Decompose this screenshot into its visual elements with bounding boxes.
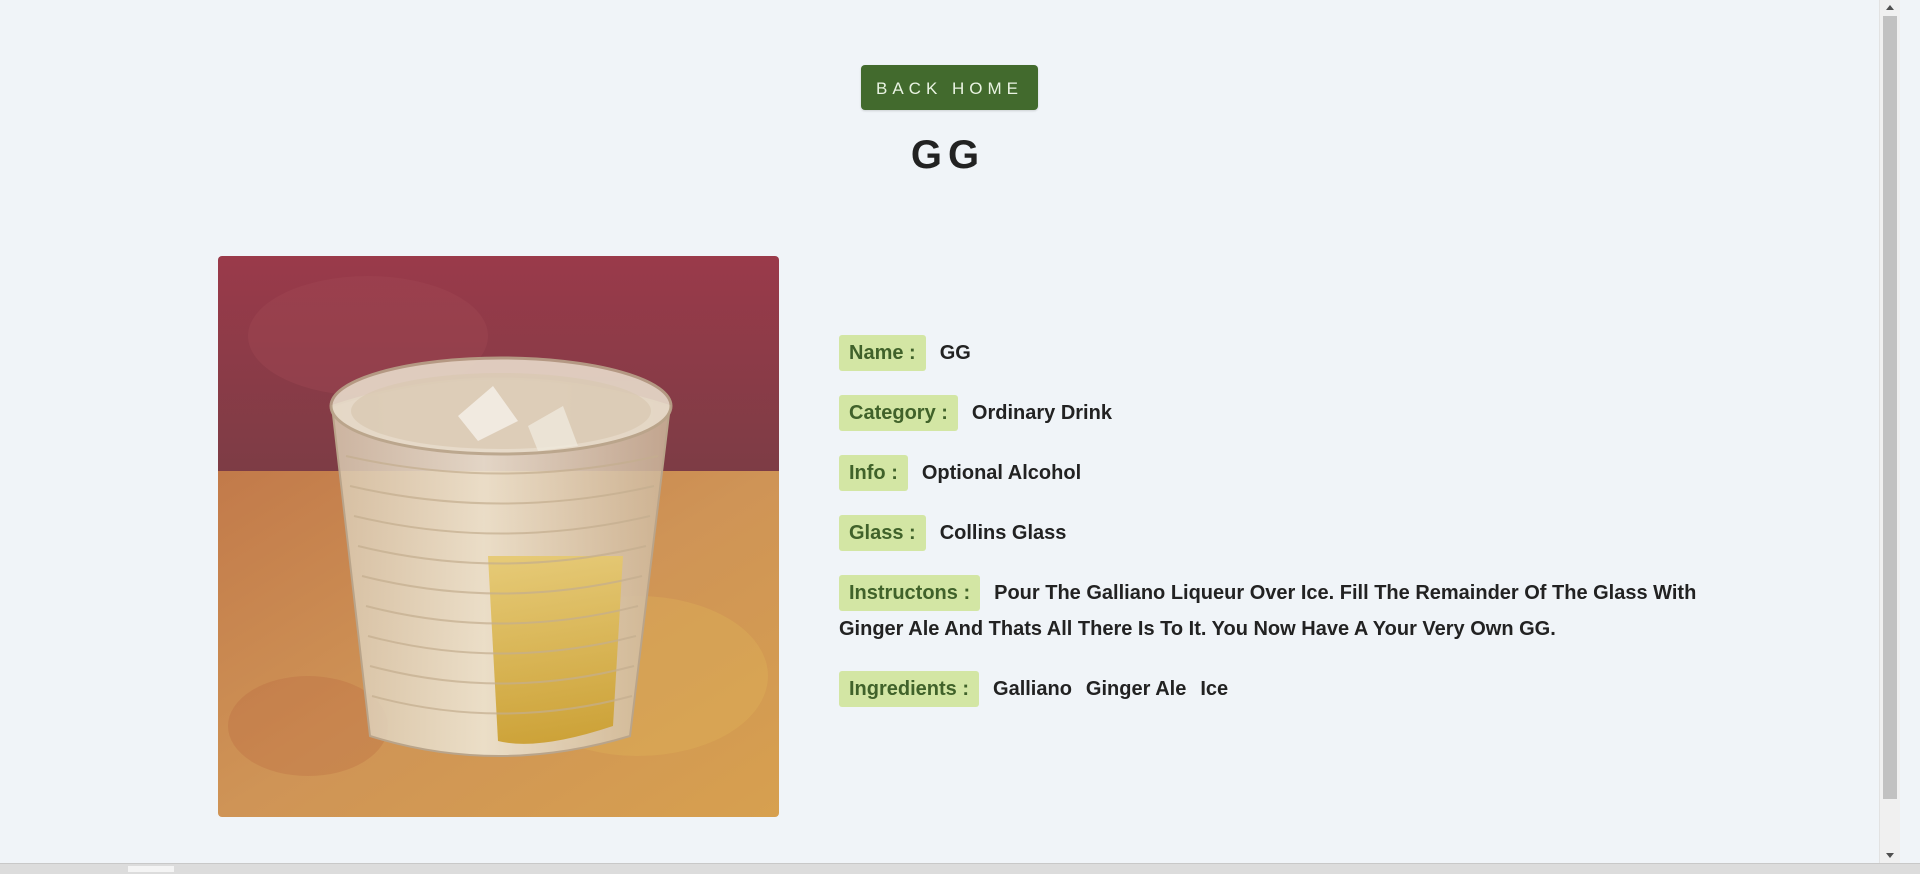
instructions-label: Instructons : [839,575,981,611]
drink-detail-page: Back Home GG [0,0,1900,863]
glass-label: Glass : [839,515,926,551]
cocktail-photo-icon [218,256,779,817]
scroll-down-icon[interactable] [1886,853,1894,858]
name-label: Name : [839,335,926,371]
category-label: Category : [839,395,958,431]
ingredient-item: Ice [1200,678,1229,700]
scroll-up-icon[interactable] [1886,5,1894,10]
glass-value: Collins Glass [939,522,1067,544]
vertical-scrollbar[interactable] [1879,0,1900,863]
scrollbar-thumb[interactable] [1883,16,1897,799]
info-label: Info : [839,455,908,491]
ingredients-row: Ingredients : Galliano Ginger Ale Ice [839,671,1699,707]
category-value: Ordinary Drink [971,402,1112,424]
ingredient-item: Ginger Ale [1085,678,1187,700]
back-home-button[interactable]: Back Home [861,65,1038,110]
drink-info: Name : GG Category : Ordinary Drink Info :… [839,335,1699,731]
ingredient-item: Galliano [993,678,1072,700]
info-value: Optional Alcohol [921,462,1082,484]
category-row: Category : Ordinary Drink [839,395,1699,431]
glass-row: Glass : Collins Glass [839,515,1699,551]
name-row: Name : GG [839,335,1699,371]
drink-image [218,256,779,817]
ingredients-label: Ingredients : [839,671,980,707]
horizontal-scrollbar[interactable] [0,863,1920,874]
instructions-row: Instructons : Pour The Galliano Liqueur O… [839,575,1699,647]
name-value: GG [939,342,971,364]
page-title: GG [910,133,986,177]
horizontal-scrollbar-thumb[interactable] [128,866,174,872]
info-row: Info : Optional Alcohol [839,455,1699,491]
